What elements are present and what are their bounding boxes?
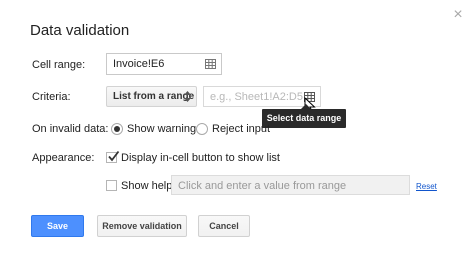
radio-show-warning[interactable]	[111, 123, 123, 135]
help-text-placeholder: Click and enter a value from range	[178, 180, 347, 192]
up-down-arrows-icon	[184, 91, 191, 102]
show-help-label[interactable]: Show help:	[121, 180, 175, 192]
checkmark-icon	[108, 150, 120, 162]
save-button[interactable]: Save	[31, 215, 84, 237]
remove-validation-button[interactable]: Remove validation	[97, 215, 187, 237]
show-help-checkbox[interactable]	[106, 180, 117, 191]
criteria-range-placeholder: e.g., Sheet1!A2:D5	[210, 91, 303, 103]
cell-range-value: Invoice!E6	[113, 58, 165, 70]
help-text-input[interactable]: Click and enter a value from range	[171, 175, 410, 195]
reject-input-label[interactable]: Reject input	[212, 123, 270, 135]
criteria-label: Criteria:	[32, 91, 71, 103]
select-range-tooltip: Select data range	[262, 109, 346, 128]
cancel-button[interactable]: Cancel	[198, 215, 250, 237]
show-list-label[interactable]: Display in-cell button to show list	[121, 152, 280, 164]
reset-link[interactable]: Reset	[416, 182, 437, 191]
cell-range-label: Cell range:	[32, 59, 86, 71]
grid-icon[interactable]	[205, 59, 216, 69]
appearance-label: Appearance:	[32, 152, 95, 164]
radio-reject-input[interactable]	[196, 123, 208, 135]
on-invalid-label: On invalid data:	[32, 123, 109, 135]
show-list-checkbox[interactable]	[106, 150, 120, 163]
criteria-select[interactable]: List from a range	[106, 86, 197, 107]
criteria-selected-value: List from a range	[113, 91, 195, 102]
close-icon[interactable]: ×	[451, 7, 465, 23]
cell-range-input[interactable]: Invoice!E6	[106, 53, 222, 75]
radio-selected-dot	[114, 126, 120, 132]
show-warning-label[interactable]: Show warning	[127, 123, 196, 135]
dialog-title: Data validation	[30, 22, 130, 39]
